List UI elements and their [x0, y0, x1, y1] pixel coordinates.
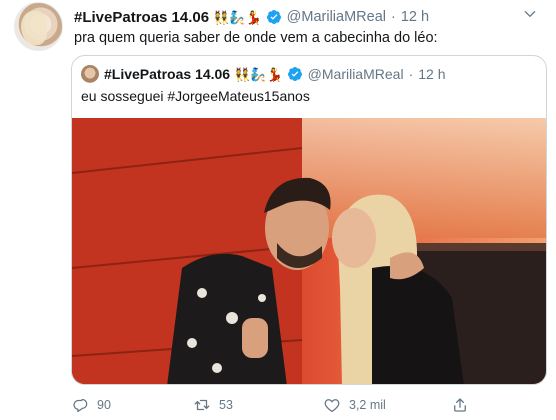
like-action[interactable]: 3,2 mil [323, 396, 386, 414]
tweet-header: #LivePatroas 14.06 👯🧞💃 @MariliaMReal · 1… [74, 6, 429, 28]
quoted-tweet-time: 12 h [418, 66, 446, 82]
quoted-author-name: #LivePatroas 14.06 [104, 66, 231, 82]
quoted-author-emoji: 👯🧞💃 [234, 66, 283, 82]
author-handle[interactable]: @MariliaMReal [287, 9, 386, 25]
retweet-action[interactable]: 53 [193, 396, 233, 414]
chevron-down-icon[interactable] [522, 6, 538, 22]
verified-badge-icon [266, 10, 281, 24]
quoted-tweet-text: eu sosseguei #JorgeeMateus15anos [81, 88, 310, 104]
retweet-icon [194, 399, 210, 411]
author-name[interactable]: #LivePatroas 14.06 [74, 9, 209, 26]
author-avatar[interactable] [14, 2, 63, 51]
reply-action[interactable]: 90 [71, 396, 111, 414]
tweet-text: pra quem queria saber de onde vem a cabe… [74, 30, 438, 46]
share-action[interactable] [451, 396, 469, 414]
like-count: 3,2 mil [349, 398, 386, 412]
separator-dot: · [408, 66, 414, 82]
quoted-tweet-photo[interactable] [72, 118, 546, 384]
quoted-author-avatar [81, 65, 99, 83]
author-emoji: 👯🧞💃 [213, 9, 262, 25]
reply-count: 90 [97, 398, 111, 412]
tweet-time[interactable]: 12 h [401, 9, 429, 25]
reply-icon [73, 398, 88, 413]
quoted-tweet[interactable]: #LivePatroas 14.06 👯🧞💃 @MariliaMReal · 1… [71, 55, 547, 385]
like-icon [324, 399, 340, 413]
share-icon [454, 398, 466, 412]
tweet[interactable]: #LivePatroas 14.06 👯🧞💃 @MariliaMReal · 1… [0, 0, 556, 420]
quoted-author-handle: @MariliaMReal [307, 66, 404, 82]
quoted-tweet-header: #LivePatroas 14.06 👯🧞💃 @MariliaMReal · 1… [104, 64, 445, 84]
separator-dot: · [390, 9, 396, 25]
tweet-actions: 90 53 3,2 mil [71, 396, 491, 416]
retweet-count: 53 [219, 398, 233, 412]
photo-illustration [72, 118, 546, 384]
verified-badge-icon [287, 67, 302, 81]
